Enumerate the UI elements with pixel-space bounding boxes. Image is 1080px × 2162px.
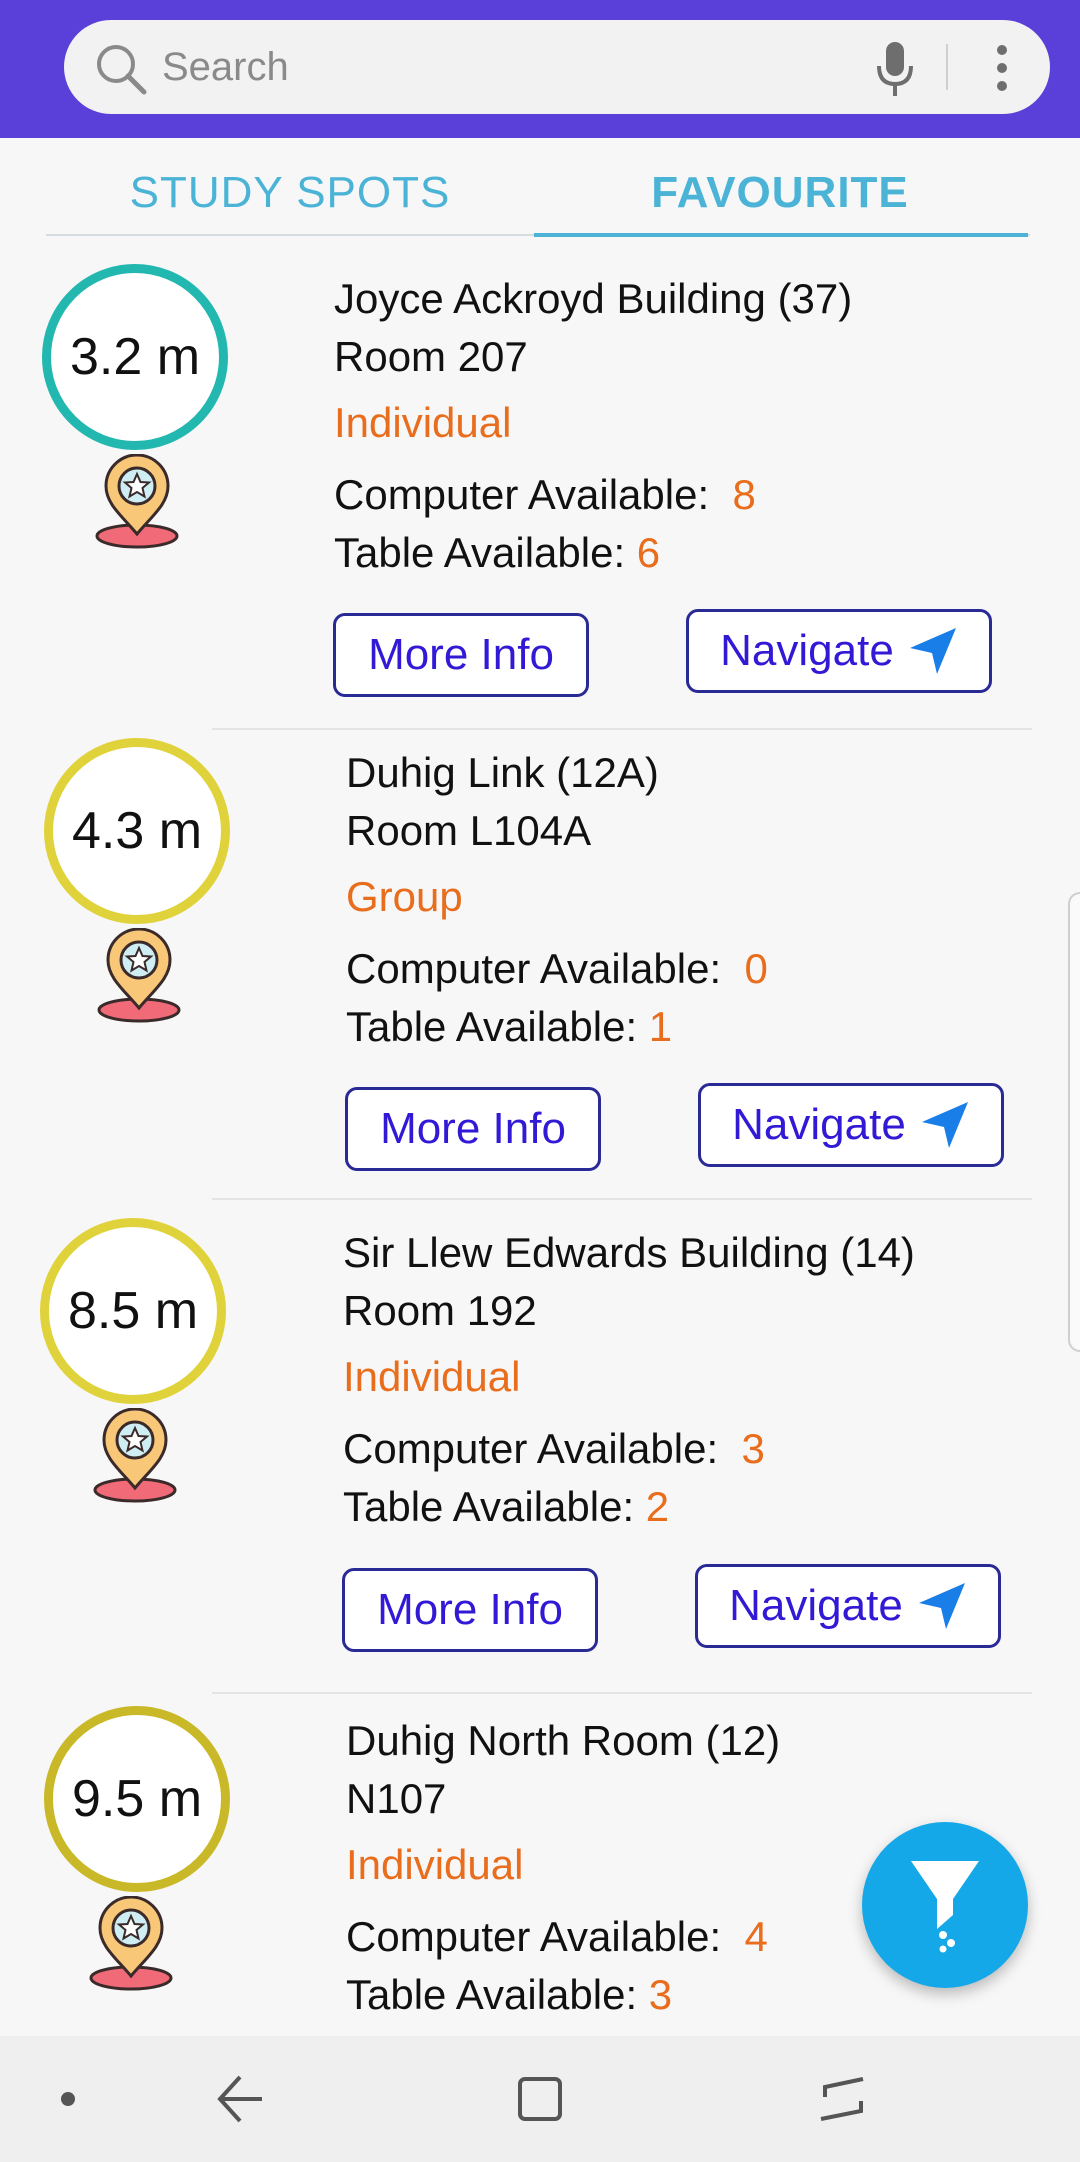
tab-study-spots[interactable]: STUDY SPOTS — [46, 150, 534, 236]
table-available-value: 6 — [636, 529, 661, 576]
room-name: Room L104A — [346, 807, 592, 854]
spot-type: Individual — [346, 1841, 524, 1888]
tab-bar: STUDY SPOTS FAVOURITE — [46, 150, 1030, 237]
building-name: Joyce Ackroyd Building (37) — [334, 275, 853, 322]
more-info-button[interactable]: More Info — [342, 1568, 598, 1652]
computer-available: Computer Available: 0 — [346, 940, 768, 998]
computer-available-label: Computer Available: — [343, 1425, 719, 1472]
app-header — [0, 0, 1080, 138]
scrollbar-thumb[interactable] — [1068, 892, 1080, 1352]
location-star-pin-icon — [97, 928, 181, 1023]
location-star-pin-icon — [95, 454, 179, 549]
system-nav-bar — [0, 2036, 1080, 2162]
computer-available: Computer Available: 8 — [334, 466, 852, 524]
spot-info: Sir Llew Edwards Building (14) Room 192 … — [343, 1224, 915, 1536]
microphone-icon[interactable] — [872, 40, 918, 98]
location-star-pin-icon — [93, 1408, 177, 1503]
search-icon[interactable] — [94, 42, 150, 98]
tab-selected-indicator — [534, 233, 1028, 237]
building-name: Sir Llew Edwards Building (14) — [343, 1229, 915, 1276]
navigate-label: Navigate — [729, 1581, 903, 1630]
spot-type: Group — [346, 873, 463, 920]
spot-card[interactable]: 4.3 m Duhig Link (12A) Room L104A Group … — [0, 720, 1080, 1200]
navigate-label: Navigate — [720, 626, 894, 675]
search-input[interactable] — [160, 34, 904, 100]
table-available-label: Table Available: — [334, 529, 626, 576]
computer-available: Computer Available: 3 — [343, 1420, 915, 1478]
more-info-label: More Info — [380, 1104, 566, 1153]
spot-type: Individual — [343, 1353, 521, 1400]
home-icon[interactable] — [500, 2036, 580, 2162]
more-info-button[interactable]: More Info — [333, 613, 589, 697]
building-name: Duhig North Room (12) — [346, 1717, 781, 1764]
more-info-label: More Info — [377, 1585, 563, 1634]
location-star-pin-icon — [89, 1896, 173, 1991]
computer-available-value: 3 — [741, 1425, 765, 1472]
table-available-label: Table Available: — [346, 1971, 638, 2018]
filter-button[interactable] — [862, 1822, 1028, 1988]
navigate-button[interactable]: Navigate — [686, 609, 992, 693]
navigate-arrow-icon — [918, 1583, 965, 1629]
table-available-value: 1 — [648, 1003, 673, 1050]
building-name: Duhig Link (12A) — [346, 749, 659, 796]
spot-info: Joyce Ackroyd Building (37) Room 207 Ind… — [334, 270, 852, 582]
spot-card[interactable]: 8.5 m Sir Llew Edwards Building (14) Roo… — [0, 1200, 1080, 1694]
spot-type: Individual — [334, 399, 512, 446]
nav-dot-icon[interactable] — [40, 2036, 96, 2162]
table-available: Table Available: 2 — [343, 1478, 915, 1536]
more-info-label: More Info — [368, 630, 554, 679]
more-vert-icon[interactable] — [986, 42, 1018, 94]
back-icon[interactable] — [200, 2036, 280, 2162]
navigate-arrow-icon — [909, 628, 956, 674]
distance-ring: 4.3 m — [44, 738, 230, 924]
computer-available-value: 8 — [732, 471, 756, 518]
computer-available-value: 4 — [744, 1913, 768, 1960]
navigate-button[interactable]: Navigate — [698, 1083, 1004, 1167]
table-available: Table Available: 1 — [346, 998, 768, 1056]
room-name: Room 192 — [343, 1287, 537, 1334]
table-available-value: 2 — [645, 1483, 670, 1530]
computer-available: Computer Available: 4 — [346, 1908, 780, 1966]
navigate-button[interactable]: Navigate — [695, 1564, 1001, 1648]
computer-available-label: Computer Available: — [334, 471, 710, 518]
table-available-label: Table Available: — [346, 1003, 638, 1050]
distance-ring: 3.2 m — [42, 264, 228, 450]
spot-info: Duhig Link (12A) Room L104A Group Comput… — [346, 744, 768, 1056]
table-available: Table Available: 3 — [346, 1966, 780, 2024]
computer-available-label: Computer Available: — [346, 1913, 722, 1960]
spot-info: Duhig North Room (12) N107 Individual Co… — [346, 1712, 780, 2024]
more-info-button[interactable]: More Info — [345, 1087, 601, 1171]
navigate-arrow-icon — [921, 1102, 968, 1148]
filter-icon — [911, 1861, 979, 1953]
navigate-label: Navigate — [732, 1100, 906, 1149]
room-name: Room 207 — [334, 333, 528, 380]
table-available-label: Table Available: — [343, 1483, 635, 1530]
computer-available-label: Computer Available: — [346, 945, 722, 992]
tab-favourite[interactable]: FAVOURITE — [534, 150, 1026, 236]
spot-card[interactable]: 3.2 m Joyce Ackroyd Building (37) Room 2… — [0, 246, 1080, 730]
distance-ring: 8.5 m — [40, 1218, 226, 1404]
room-name: N107 — [346, 1775, 447, 1822]
recents-icon[interactable] — [800, 2036, 886, 2162]
computer-available-value: 0 — [744, 945, 768, 992]
search-bar[interactable] — [64, 20, 1050, 114]
table-available: Table Available: 6 — [334, 524, 852, 582]
table-available-value: 3 — [648, 1971, 673, 2018]
search-divider — [946, 44, 948, 90]
distance-ring: 9.5 m — [44, 1706, 230, 1892]
